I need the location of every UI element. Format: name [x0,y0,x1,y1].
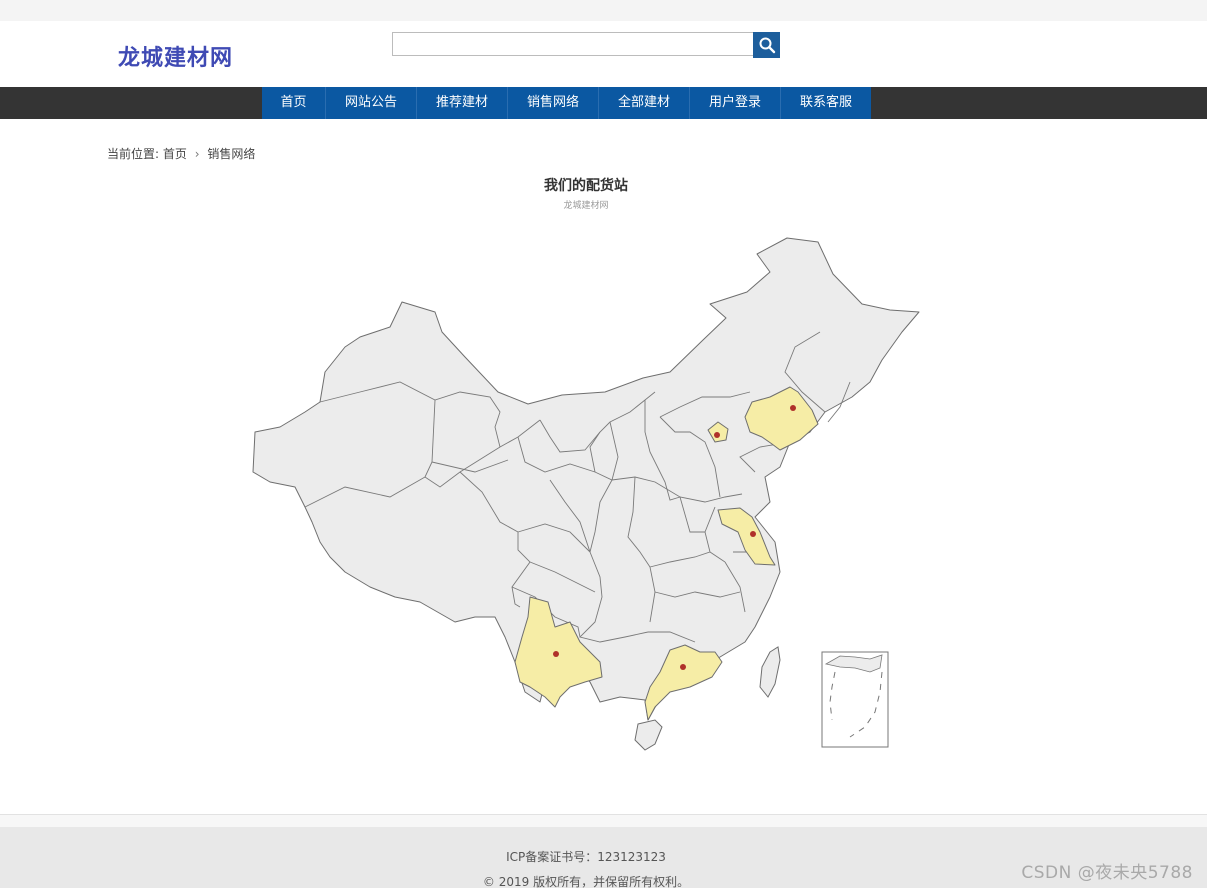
breadcrumb-current: 销售网络 [207,147,256,161]
footer-copyright: © 2019 版权所有，并保留所有权利。 [482,875,690,889]
china-map[interactable] [250,232,930,757]
marker-yunnan[interactable] [553,651,559,657]
island-hainan [634,719,663,751]
nav-item-recommended[interactable]: 推荐建材 [417,87,508,119]
marker-liaoning[interactable] [790,405,796,411]
nav-item-customer-service[interactable]: 联系客服 [781,87,871,119]
search-icon [759,37,775,54]
footer-icp: ICP备案证书号：123123123 [506,850,666,864]
marker-jiangsu[interactable] [750,531,756,537]
breadcrumb-home[interactable]: 首页 [163,145,187,162]
search-button[interactable] [753,32,780,58]
map-subtitle: 龙城建材网 [563,201,609,211]
nav-item-announcements[interactable]: 网站公告 [326,87,417,119]
site-logo[interactable]: 龙城建材网 [118,40,233,72]
marker-beijing[interactable] [714,432,720,438]
chevron-right-icon: › [194,147,200,161]
island-taiwan [759,646,781,698]
nav-menu: 首页 网站公告 推荐建材 销售网络 全部建材 用户登录 联系客服 [262,87,871,119]
footer-spacer [0,815,1207,827]
marker-guangdong[interactable] [680,664,686,670]
header: 龙城建材网 [0,21,1207,87]
breadcrumb-prefix: 当前位置: [107,147,160,161]
watermark: CSDN @夜未央5788 [1021,863,1193,883]
breadcrumb: 当前位置: 首页 › 销售网络 [107,145,255,162]
map-title: 我们的配货站 [544,178,628,194]
nav-item-sales-network[interactable]: 销售网络 [508,87,599,119]
nav-item-login[interactable]: 用户登录 [690,87,781,119]
search-input[interactable] [392,32,754,56]
nav-item-home[interactable]: 首页 [262,87,326,119]
top-strip [0,0,1207,21]
nav-item-all-materials[interactable]: 全部建材 [599,87,690,119]
south-sea-inset [821,651,889,748]
main-nav: 首页 网站公告 推荐建材 销售网络 全部建材 用户登录 联系客服 [0,87,1207,119]
